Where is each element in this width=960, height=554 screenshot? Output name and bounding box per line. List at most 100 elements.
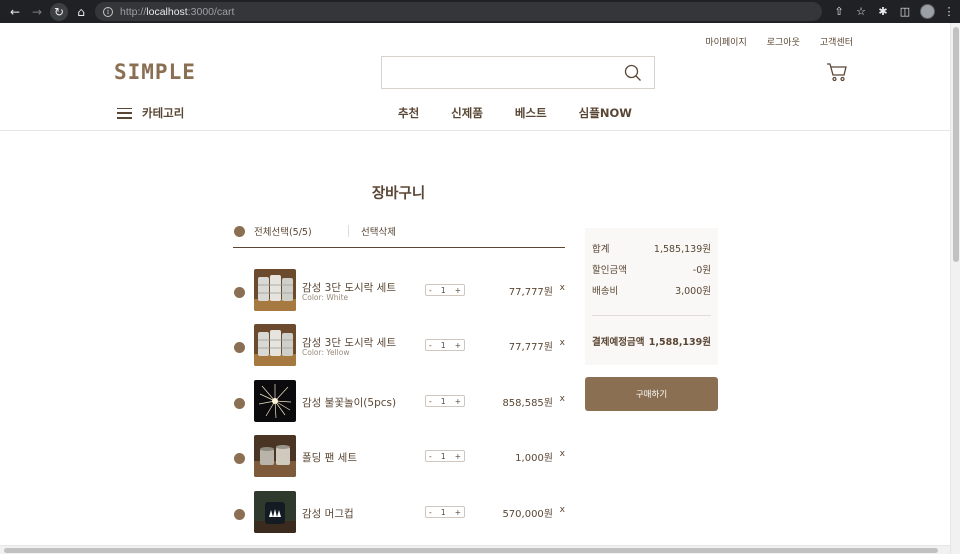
address-bar[interactable]: i http://localhost:3000/cart bbox=[95, 2, 822, 21]
select-all-checkbox[interactable]: 전체선택(5/5) bbox=[234, 224, 312, 238]
sidebar-icon[interactable]: ◫ bbox=[894, 0, 916, 23]
subtotal-row: 합계 1,585,139원 bbox=[592, 241, 711, 255]
product-image[interactable] bbox=[254, 380, 296, 422]
mypage-link[interactable]: 마이페이지 bbox=[705, 35, 746, 48]
decrease-button[interactable]: - bbox=[429, 341, 432, 350]
quantity-stepper: - 1 + bbox=[425, 339, 465, 351]
quantity-stepper: - 1 + bbox=[425, 395, 465, 407]
category-menu-button[interactable]: 카테고리 bbox=[117, 105, 184, 121]
item-checkbox[interactable] bbox=[234, 453, 245, 464]
product-image[interactable] bbox=[254, 324, 296, 366]
summary-divider bbox=[592, 315, 711, 316]
product-option: Color: Yellow bbox=[302, 348, 350, 357]
profile-avatar[interactable] bbox=[916, 0, 938, 23]
site-logo[interactable]: SIMPLE bbox=[114, 60, 196, 84]
quantity-stepper: - 1 + bbox=[425, 506, 465, 518]
main-nav: 추천 신제품 베스트 심플NOW bbox=[398, 105, 632, 121]
nav-new-products[interactable]: 신제품 bbox=[451, 105, 483, 121]
back-arrow-icon[interactable]: ← bbox=[4, 0, 26, 23]
remove-item-button[interactable]: x bbox=[560, 283, 565, 293]
decrease-button[interactable]: - bbox=[429, 452, 432, 461]
horizontal-scrollbar[interactable] bbox=[0, 545, 950, 554]
customer-center-link[interactable]: 고객센터 bbox=[820, 35, 853, 48]
checkbox-checked-icon bbox=[234, 225, 245, 237]
increase-button[interactable]: + bbox=[455, 508, 461, 517]
vertical-scrollbar[interactable] bbox=[950, 23, 960, 554]
cart-icon[interactable] bbox=[826, 62, 848, 82]
nav-recommend[interactable]: 추천 bbox=[398, 105, 419, 121]
shipping-value: 3,000원 bbox=[675, 286, 711, 297]
product-name[interactable]: 감성 불꽃놀이(5pcs) bbox=[302, 395, 396, 410]
item-price: 77,777원 bbox=[508, 287, 553, 298]
discount-label: 할인금액 bbox=[592, 265, 627, 276]
product-name[interactable]: 감성 머그컵 bbox=[302, 506, 354, 521]
item-price: 858,585원 bbox=[502, 398, 553, 409]
decrease-button[interactable]: - bbox=[429, 508, 432, 517]
cart-item: 감성 머그컵 - 1 + 570,000원 x bbox=[233, 491, 573, 535]
extensions-icon[interactable]: ✱ bbox=[872, 0, 894, 23]
product-image[interactable] bbox=[254, 435, 296, 477]
quantity-value: 1 bbox=[440, 396, 446, 406]
total-row: 결제예정금액 1,588,139원 bbox=[592, 334, 711, 348]
increase-button[interactable]: + bbox=[455, 341, 461, 350]
cart-item: 폴딩 팬 세트 - 1 + 1,000원 x bbox=[233, 435, 573, 479]
item-checkbox[interactable] bbox=[234, 398, 245, 409]
nav-best[interactable]: 베스트 bbox=[515, 105, 547, 121]
quantity-stepper: - 1 + bbox=[425, 284, 465, 296]
cart-item: 감성 3단 도시락 세트 Color: White - 1 + 77,777원 … bbox=[233, 269, 573, 313]
quantity-stepper: - 1 + bbox=[425, 450, 465, 462]
scrollbar-thumb[interactable] bbox=[4, 548, 938, 553]
logout-link[interactable]: 로그아웃 bbox=[767, 35, 800, 48]
remove-item-button[interactable]: x bbox=[560, 394, 565, 404]
total-label: 결제예정금액 bbox=[592, 337, 645, 348]
total-value: 1,588,139원 bbox=[648, 337, 711, 348]
increase-button[interactable]: + bbox=[455, 286, 461, 295]
page-title: 장바구니 bbox=[371, 186, 426, 202]
item-price: 77,777원 bbox=[508, 342, 553, 353]
item-price: 1,000원 bbox=[515, 453, 553, 464]
item-checkbox[interactable] bbox=[234, 509, 245, 520]
cart-item: 감성 불꽃놀이(5pcs) - 1 + 858,585원 x bbox=[233, 380, 573, 424]
product-image[interactable] bbox=[254, 491, 296, 533]
increase-button[interactable]: + bbox=[455, 452, 461, 461]
hamburger-icon bbox=[117, 107, 132, 119]
quantity-value: 1 bbox=[440, 340, 446, 350]
decrease-button[interactable]: - bbox=[429, 397, 432, 406]
share-icon[interactable]: ⇧ bbox=[828, 0, 850, 23]
quantity-value: 1 bbox=[440, 285, 446, 295]
remove-item-button[interactable]: x bbox=[560, 338, 565, 348]
select-toolbar: 전체선택(5/5) 선택삭제 bbox=[233, 223, 565, 248]
item-price: 570,000원 bbox=[502, 509, 553, 520]
scrollbar-thumb[interactable] bbox=[953, 27, 959, 262]
product-image[interactable] bbox=[254, 269, 296, 311]
divider bbox=[348, 225, 349, 237]
more-menu-icon[interactable]: ⋮ bbox=[938, 0, 960, 23]
remove-item-button[interactable]: x bbox=[560, 449, 565, 459]
product-option: Color: White bbox=[302, 293, 349, 302]
item-checkbox[interactable] bbox=[234, 342, 245, 353]
delete-selected-button[interactable]: 선택삭제 bbox=[361, 224, 396, 238]
shipping-row: 배송비 3,000원 bbox=[592, 283, 711, 297]
category-label: 카테고리 bbox=[142, 106, 185, 120]
bookmark-star-icon[interactable]: ☆ bbox=[850, 0, 872, 23]
reload-icon[interactable]: ↻ bbox=[50, 2, 68, 21]
info-icon[interactable]: i bbox=[103, 6, 113, 17]
purchase-button[interactable]: 구매하기 bbox=[585, 377, 718, 411]
quantity-value: 1 bbox=[440, 507, 446, 517]
forward-arrow-icon[interactable]: → bbox=[26, 0, 48, 23]
discount-row: 할인금액 -0원 bbox=[592, 262, 711, 276]
home-icon[interactable]: ⌂ bbox=[70, 0, 92, 23]
product-name[interactable]: 폴딩 팬 세트 bbox=[302, 450, 357, 465]
increase-button[interactable]: + bbox=[455, 397, 461, 406]
utility-links: 마이페이지 로그아웃 고객센터 bbox=[705, 35, 853, 48]
decrease-button[interactable]: - bbox=[429, 286, 432, 295]
header-divider bbox=[0, 130, 950, 131]
remove-item-button[interactable]: x bbox=[560, 505, 565, 515]
search-icon[interactable] bbox=[624, 64, 642, 82]
cart-item: 감성 3단 도시락 세트 Color: Yellow - 1 + 77,777원… bbox=[233, 324, 573, 368]
shipping-label: 배송비 bbox=[592, 286, 619, 297]
search-input[interactable] bbox=[381, 56, 655, 89]
discount-value: -0원 bbox=[692, 265, 711, 276]
nav-simple-now[interactable]: 심플NOW bbox=[579, 105, 632, 121]
item-checkbox[interactable] bbox=[234, 287, 245, 298]
